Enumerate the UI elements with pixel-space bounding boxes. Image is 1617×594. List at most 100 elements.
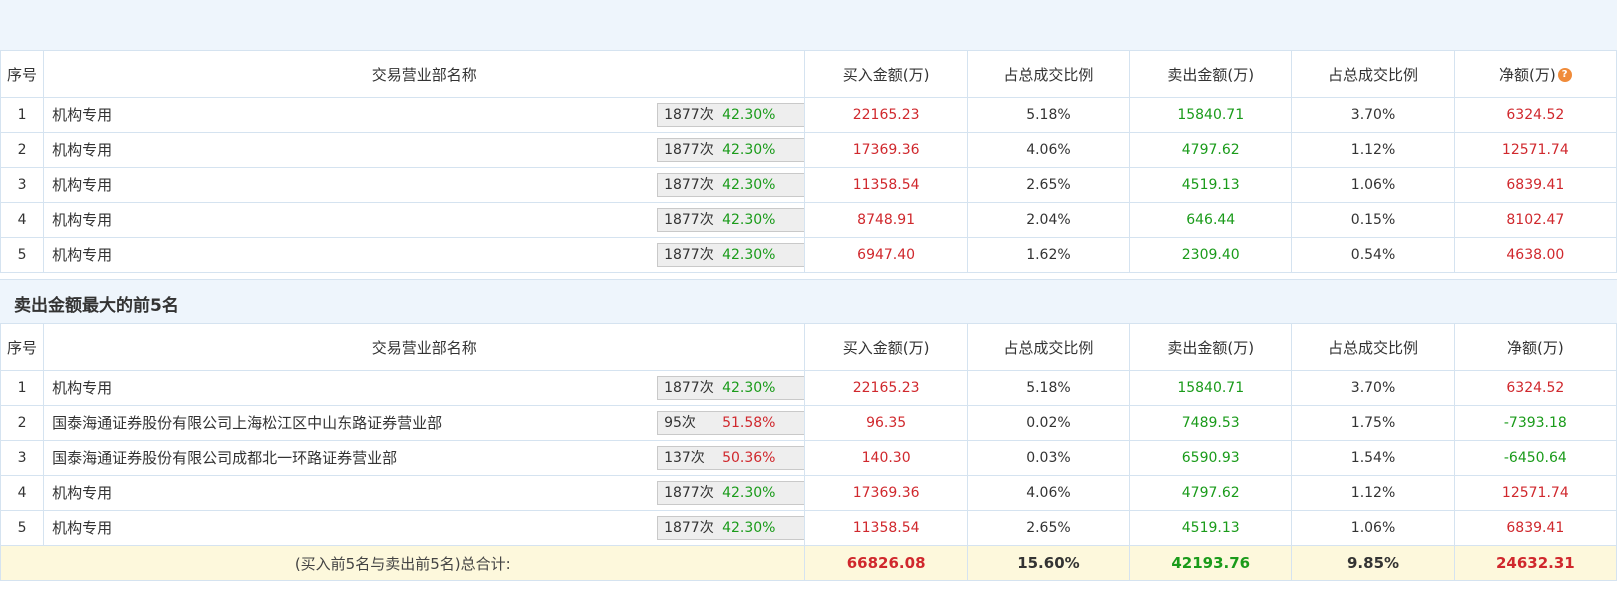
branch-name[interactable]: 机构专用	[52, 104, 112, 125]
branch-name[interactable]: 机构专用	[52, 377, 112, 398]
buy-amount-cell: 140.30	[804, 440, 968, 476]
sell-ratio-cell: 1.12%	[1291, 475, 1455, 511]
branch-stat-box[interactable]: 137次 50.36%	[657, 446, 804, 470]
table-row: 1机构专用1877次42.30%?22165.235.18%15840.713.…	[0, 370, 1617, 406]
buy-ratio-cell: 0.02%	[966, 405, 1131, 441]
table-row: 2 机构专用 1877次 42.30% 17369.36 4.06% 4797.62 1.12…	[0, 132, 1617, 168]
sell-amount-cell: 7489.53	[1129, 405, 1293, 441]
sell-section-title: 卖出金额最大的前5名	[0, 279, 1617, 325]
branch-name[interactable]: 机构专用	[52, 174, 112, 195]
question-icon[interactable]: ?	[1557, 68, 1572, 82]
branch-stat-box[interactable]: 1877次 42.30%	[657, 516, 804, 540]
sell-table-header-row: 序号 交易营业部名称 买入金额(万) 占总成交比例 卖出金额(万) 占总成交比例…	[0, 323, 1617, 371]
header-net-amount-label: 净额(万)	[1498, 65, 1556, 84]
sell-ratio-cell: 1.12%	[1291, 132, 1455, 168]
sell-amount-cell: 2309.40	[1129, 237, 1293, 273]
branch-name-cell: 机构专用 1877次 42.30%	[43, 510, 806, 546]
branch-stat-box[interactable]: 1877次 42.30%	[657, 138, 804, 162]
buy-top5-table: 序号 交易营业部名称 买入金额(万) 占总成交比例 卖出金额(万) 占总成交比例…	[0, 50, 1617, 273]
header-net-amount: 净额(万)	[1453, 323, 1617, 371]
buy-ratio-cell: 1.62%	[966, 237, 1131, 273]
table-row: 3 机构专用 1877次 42.30% 11358.54 2.65% 4519.13 1.06…	[0, 167, 1617, 203]
rank-cell: 1	[0, 97, 45, 133]
branch-stat-box[interactable]: 95次 51.58%	[657, 411, 804, 435]
total-net: 24632.31	[1453, 545, 1617, 581]
branch-count: 1877次	[664, 142, 714, 158]
branch-stat-box[interactable]: 1877次42.30%?	[657, 376, 804, 400]
branch-name-cell: 机构专用 1877次 42.30%	[43, 132, 806, 168]
branch-name[interactable]: 机构专用	[52, 517, 112, 538]
buy-table-header-row: 序号 交易营业部名称 买入金额(万) 占总成交比例 卖出金额(万) 占总成交比例…	[0, 50, 1617, 98]
header-net-amount: 净额(万)?	[1453, 50, 1617, 98]
rank-cell: 2	[0, 405, 45, 441]
rank-cell: 1	[0, 370, 45, 406]
branch-count: 1877次	[664, 520, 714, 536]
buy-ratio-cell: 5.18%	[966, 370, 1131, 406]
branch-name-cell: 机构专用 1877次 42.30%	[43, 237, 806, 273]
table-row: 2 国泰海通证券股份有限公司上海松江区中山东路证券营业部 95次 51.58% 96.3…	[0, 405, 1617, 441]
branch-win-rate: 42.30%	[722, 380, 776, 396]
branch-stat-box[interactable]: 1877次 42.30%	[657, 173, 804, 197]
sell-ratio-cell: 3.70%	[1291, 97, 1455, 133]
total-sell-ratio: 9.85%	[1291, 545, 1455, 581]
sell-amount-cell: 4797.62	[1129, 475, 1293, 511]
rank-cell: 4	[0, 475, 45, 511]
branch-win-rate: 42.30%	[722, 247, 776, 263]
net-amount-cell: 6839.41	[1453, 167, 1617, 203]
buy-ratio-cell: 4.06%	[966, 475, 1131, 511]
branch-win-rate: 42.30%	[722, 142, 776, 158]
sell-amount-cell: 4797.62	[1129, 132, 1293, 168]
buy-amount-cell: 22165.23	[804, 370, 968, 406]
sell-amount-cell: 4519.13	[1129, 167, 1293, 203]
branch-stat-box[interactable]: 1877次 42.30%	[657, 481, 804, 505]
net-amount-cell: 8102.47	[1453, 202, 1617, 238]
branch-name-cell: 机构专用 1877次 42.30%	[43, 202, 806, 238]
header-sell-amount: 卖出金额(万)	[1129, 50, 1293, 98]
branch-win-rate: 51.58%	[722, 415, 776, 431]
buy-amount-cell: 17369.36	[804, 132, 968, 168]
branch-count: 1877次	[664, 380, 714, 396]
sell-amount-cell: 646.44	[1129, 202, 1293, 238]
rank-cell: 5	[0, 237, 45, 273]
total-label: (买入前5名与卖出前5名)总合计:	[0, 545, 806, 581]
branch-stat-box[interactable]: 1877次 42.30%	[657, 243, 804, 267]
branch-name[interactable]: 机构专用	[52, 482, 112, 503]
sell-ratio-cell: 1.06%	[1291, 510, 1455, 546]
net-amount-cell: 6324.52	[1453, 370, 1617, 406]
branch-name[interactable]: 机构专用	[52, 139, 112, 160]
branch-count: 95次	[664, 415, 696, 431]
rank-cell: 3	[0, 167, 45, 203]
branch-count: 1877次	[664, 177, 714, 193]
header-branch-name: 交易营业部名称	[43, 323, 806, 371]
branch-name-cell: 机构专用 1877次42.30%?	[43, 97, 806, 133]
header-buy-ratio: 占总成交比例	[966, 50, 1131, 98]
sell-ratio-cell: 1.54%	[1291, 440, 1455, 476]
sell-ratio-cell: 3.70%	[1291, 370, 1455, 406]
header-rank: 序号	[0, 323, 45, 371]
buy-ratio-cell: 5.18%	[966, 97, 1131, 133]
branch-name[interactable]: 机构专用	[52, 244, 112, 265]
net-amount-cell: 6324.52	[1453, 97, 1617, 133]
sell-amount-cell: 4519.13	[1129, 510, 1293, 546]
header-buy-ratio: 占总成交比例	[966, 323, 1131, 371]
branch-name-cell: 国泰海通证券股份有限公司上海松江区中山东路证券营业部 95次 51.58%	[43, 405, 806, 441]
sell-ratio-cell: 0.15%	[1291, 202, 1455, 238]
branch-count: 1877次	[664, 212, 714, 228]
sell-amount-cell: 15840.71	[1129, 370, 1293, 406]
header-sell-amount: 卖出金额(万)	[1129, 323, 1293, 371]
net-amount-cell: 6839.41	[1453, 510, 1617, 546]
table-row: 5 机构专用 1877次 42.30% 11358.54 2.65% 4519.13 1.06…	[0, 510, 1617, 546]
branch-win-rate: 42.30%	[722, 212, 776, 228]
branch-stat-box[interactable]: 1877次42.30%?	[657, 103, 804, 127]
branch-name[interactable]: 机构专用	[52, 209, 112, 230]
buy-ratio-cell: 2.65%	[966, 167, 1131, 203]
branch-name-cell: 机构专用 1877次 42.30%	[43, 475, 806, 511]
table-row: 1机构专用1877次42.30%?22165.235.18%15840.713.…	[0, 97, 1617, 133]
branch-stat-box[interactable]: 1877次 42.30%	[657, 208, 804, 232]
table-row: 4 机构专用 1877次 42.30% 17369.36 4.06% 4797.62 1.12…	[0, 475, 1617, 511]
branch-name[interactable]: 国泰海通证券股份有限公司上海松江区中山东路证券营业部	[52, 412, 442, 433]
branch-name[interactable]: 国泰海通证券股份有限公司成都北一环路证券营业部	[52, 447, 397, 468]
net-amount-cell: 12571.74	[1453, 475, 1617, 511]
buy-amount-cell: 22165.23	[804, 97, 968, 133]
buy-amount-cell: 6947.40	[804, 237, 968, 273]
